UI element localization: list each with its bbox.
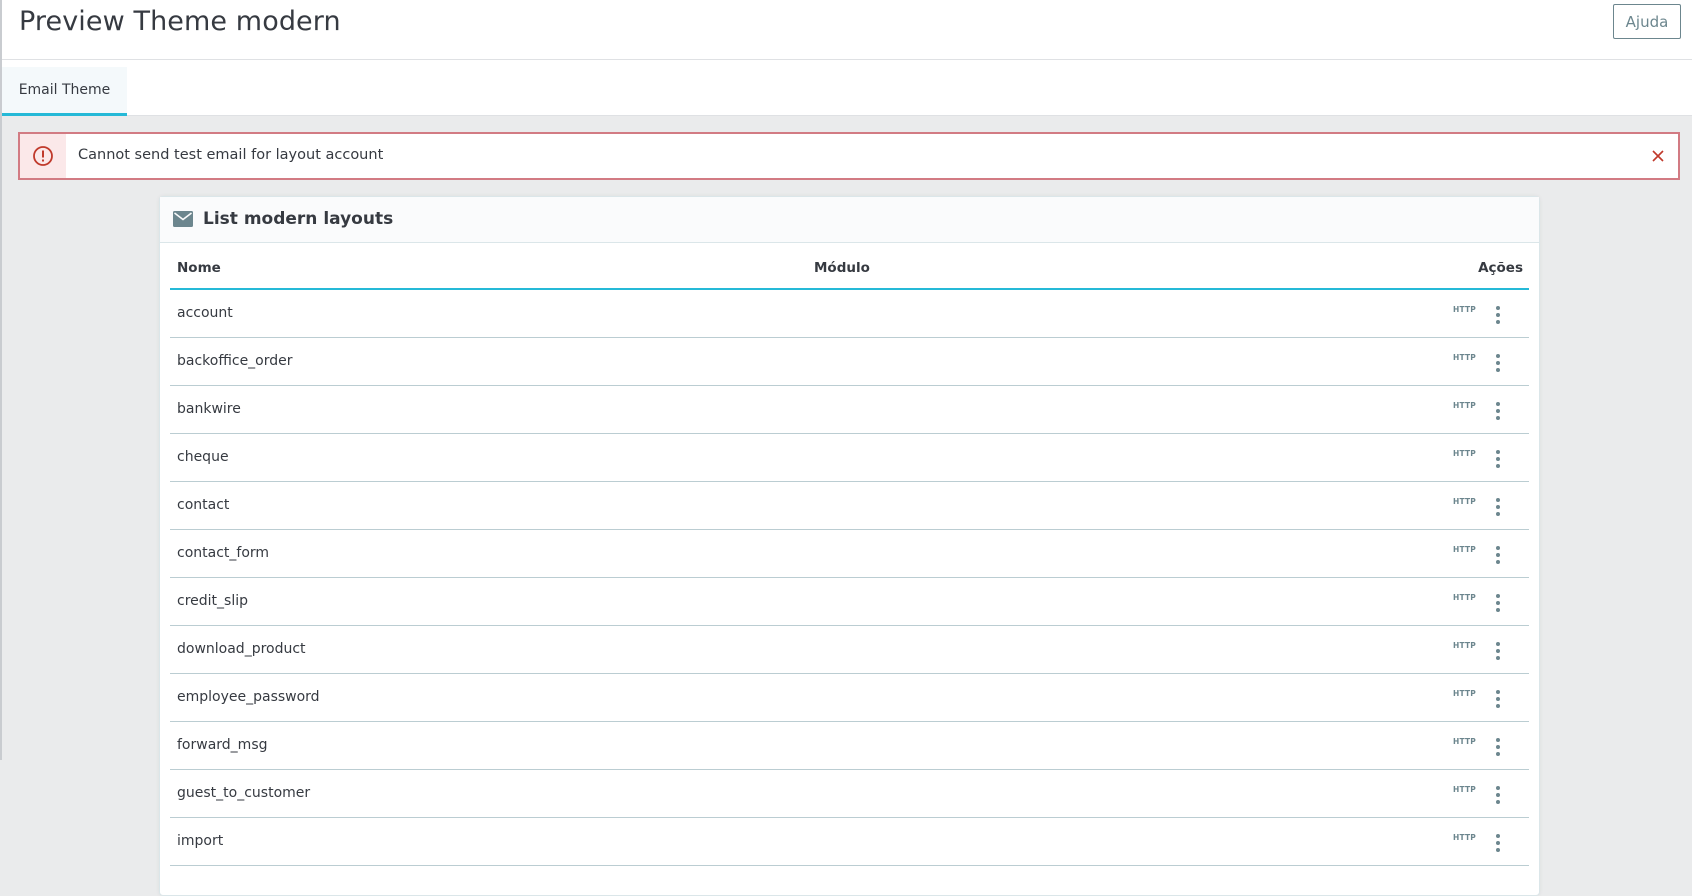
layout-name: credit_slip [177, 593, 248, 609]
error-alert: Cannot send test email for layout accoun… [18, 132, 1680, 180]
http-preview-link[interactable]: HTTP [1453, 449, 1476, 458]
layout-name: download_product [177, 641, 306, 657]
row-actions-menu-icon[interactable] [1488, 303, 1508, 327]
http-preview-link[interactable]: HTTP [1453, 545, 1476, 554]
http-preview-link[interactable]: HTTP [1453, 305, 1476, 314]
layout-name: forward_msg [177, 737, 268, 753]
row-actions-menu-icon[interactable] [1488, 495, 1508, 519]
close-icon [1652, 150, 1664, 162]
help-button[interactable]: Ajuda [1613, 4, 1681, 39]
tab-label: Email Theme [18, 82, 111, 98]
row-actions-menu-icon[interactable] [1488, 399, 1508, 423]
layout-name: guest_to_customer [177, 785, 311, 801]
row-actions-menu-icon[interactable] [1488, 639, 1508, 663]
tabs-bar: Email Theme [2, 60, 1692, 116]
layout-name: contact [177, 497, 230, 513]
alert-message: Cannot send test email for layout accoun… [78, 147, 384, 163]
alert-close-button[interactable] [1648, 146, 1668, 166]
row-actions-menu-icon[interactable] [1488, 783, 1508, 807]
layout-name: cheque [177, 449, 229, 465]
table-row: import HTTP [170, 818, 1529, 866]
table-row: contact HTTP [170, 482, 1529, 530]
alert-icon-box [20, 134, 66, 178]
column-header-module[interactable]: Módulo [814, 260, 870, 276]
layout-name: account [177, 305, 233, 321]
layout-name: employee_password [177, 689, 320, 705]
card-header: List modern layouts [160, 197, 1539, 243]
table-row: guest_to_customer HTTP [170, 770, 1529, 818]
table-row: bankwire HTTP [170, 386, 1529, 434]
http-preview-link[interactable]: HTTP [1453, 497, 1476, 506]
http-preview-link[interactable]: HTTP [1453, 689, 1476, 698]
http-preview-link[interactable]: HTTP [1453, 737, 1476, 746]
row-actions-menu-icon[interactable] [1488, 831, 1508, 855]
table-row: account HTTP [170, 290, 1529, 338]
layout-name: backoffice_order [177, 353, 293, 369]
http-preview-link[interactable]: HTTP [1453, 833, 1476, 842]
http-preview-link[interactable]: HTTP [1453, 353, 1476, 362]
http-preview-link[interactable]: HTTP [1453, 641, 1476, 650]
layouts-card: List modern layouts Nome Módulo Ações ac… [159, 196, 1540, 896]
row-actions-menu-icon[interactable] [1488, 543, 1508, 567]
table-row: forward_msg HTTP [170, 722, 1529, 770]
error-circle-icon [33, 146, 53, 166]
column-header-name[interactable]: Nome [177, 260, 221, 276]
table-row: credit_slip HTTP [170, 578, 1529, 626]
column-header-actions: Ações [1478, 260, 1523, 276]
row-actions-menu-icon[interactable] [1488, 591, 1508, 615]
row-actions-menu-icon[interactable] [1488, 735, 1508, 759]
http-preview-link[interactable]: HTTP [1453, 593, 1476, 602]
table-header: Nome Módulo Ações [170, 243, 1529, 290]
layout-name: bankwire [177, 401, 241, 417]
http-preview-link[interactable]: HTTP [1453, 401, 1476, 410]
layout-name: contact_form [177, 545, 270, 561]
table-row: contact_form HTTP [170, 530, 1529, 578]
table-row: employee_password HTTP [170, 674, 1529, 722]
table-row: cheque HTTP [170, 434, 1529, 482]
page-header: Preview Theme modern Ajuda [2, 0, 1692, 60]
http-preview-link[interactable]: HTTP [1453, 785, 1476, 794]
card-title: List modern layouts [203, 209, 394, 229]
tab-email-theme[interactable]: Email Theme [2, 67, 127, 116]
row-actions-menu-icon[interactable] [1488, 351, 1508, 375]
row-actions-menu-icon[interactable] [1488, 687, 1508, 711]
page-title: Preview Theme modern [19, 6, 341, 37]
layout-name: import [177, 833, 224, 849]
table-row: download_product HTTP [170, 626, 1529, 674]
table-row: backoffice_order HTTP [170, 338, 1529, 386]
layouts-table: Nome Módulo Ações account HTTP backoffic… [170, 243, 1529, 866]
envelope-icon [173, 211, 193, 227]
row-actions-menu-icon[interactable] [1488, 447, 1508, 471]
